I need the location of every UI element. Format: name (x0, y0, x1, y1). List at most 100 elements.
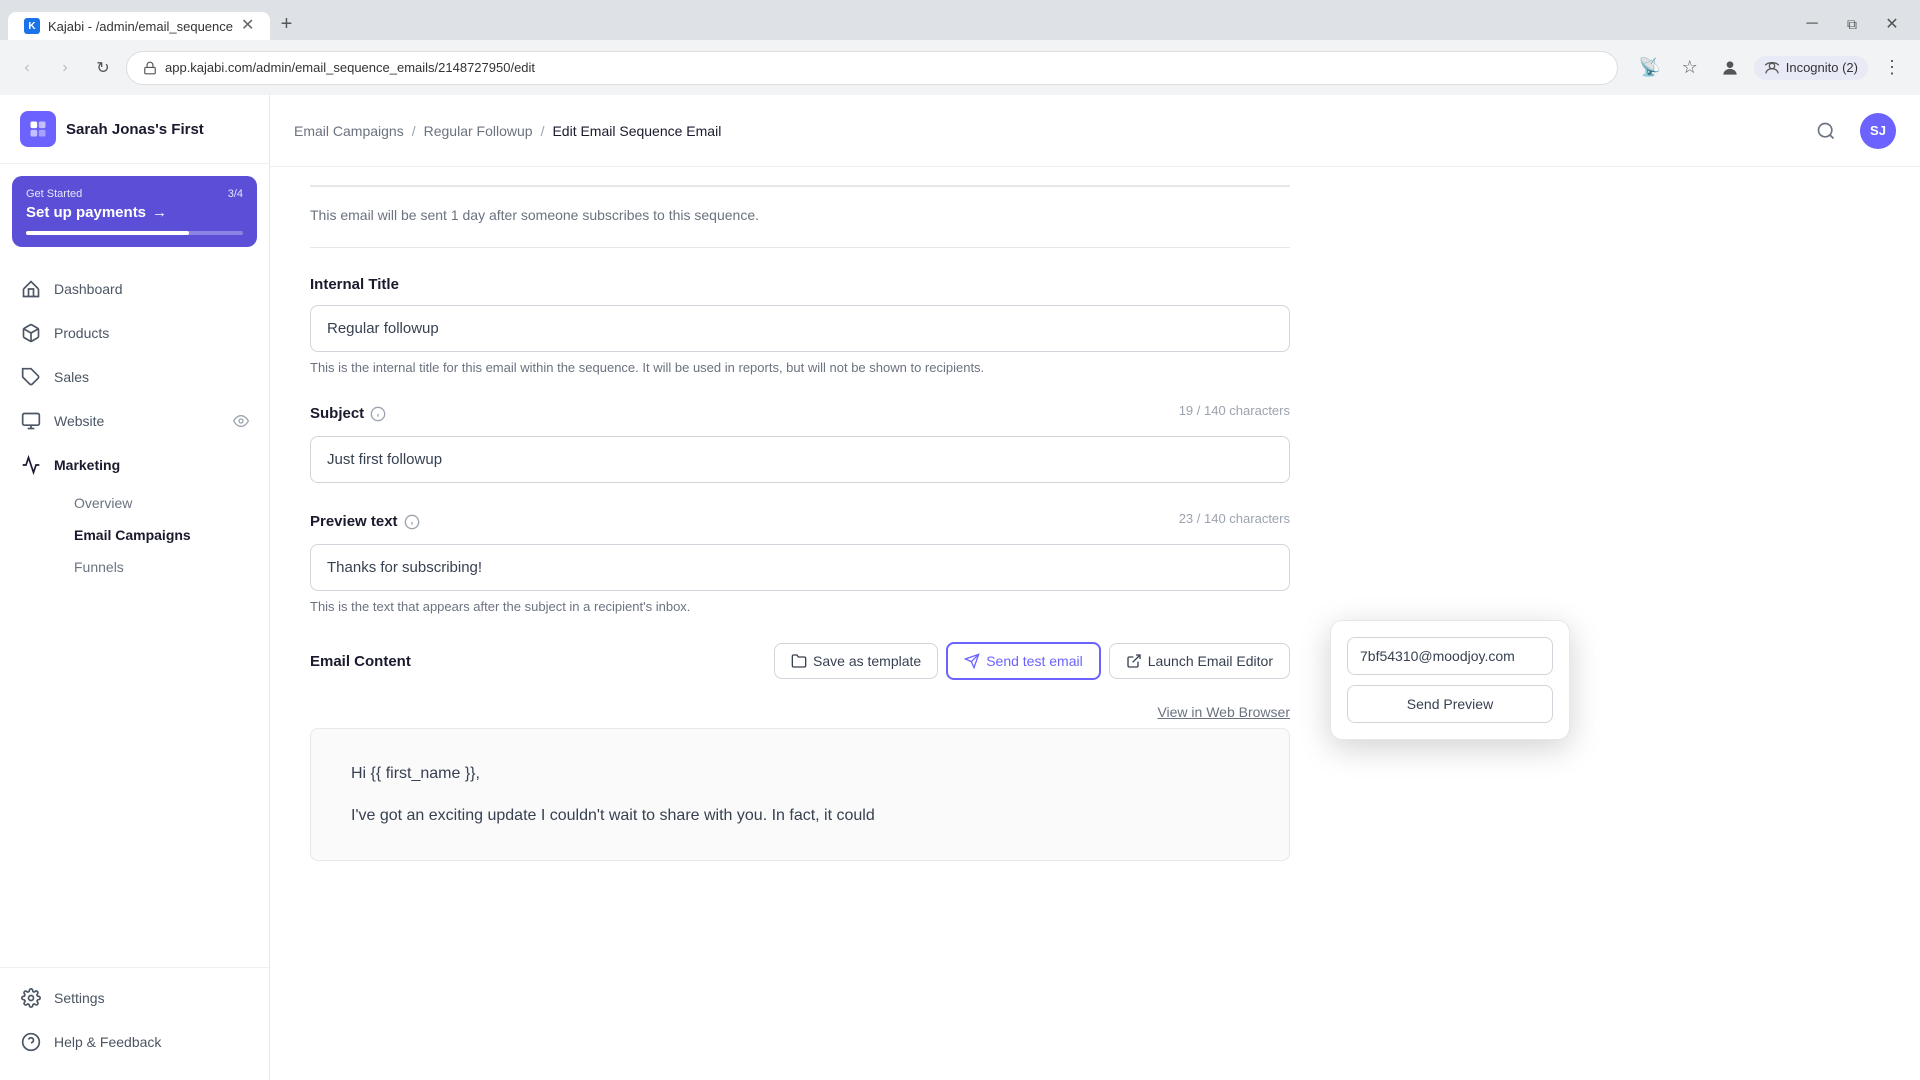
preview-text-hint: This is the text that appears after the … (310, 599, 1290, 614)
monitor-icon (20, 410, 42, 432)
sidebar-logo (20, 111, 56, 147)
forward-btn[interactable]: › (50, 53, 80, 83)
save-template-icon (791, 653, 807, 669)
back-btn[interactable]: ‹ (12, 53, 42, 83)
active-tab[interactable]: K Kajabi - /admin/email_sequence ✕ (8, 12, 270, 40)
app-layout: Sarah Jonas's First Get Started 3/4 Set … (0, 95, 1920, 1080)
new-tab-btn[interactable]: + (270, 8, 302, 40)
subject-char-count: 19 / 140 characters (1179, 403, 1290, 418)
breadcrumb-email-campaigns[interactable]: Email Campaigns (294, 123, 404, 139)
sidebar-sub-overview[interactable]: Overview (54, 487, 269, 519)
subject-label: Subject (310, 405, 386, 422)
email-content-section: Email Content Save as template Send test… (310, 642, 1290, 861)
get-started-label: Get Started (26, 188, 82, 200)
funnels-label: Funnels (74, 559, 124, 575)
send-test-label: Send test email (986, 653, 1083, 669)
send-preview-btn[interactable]: Send Preview (1347, 685, 1553, 723)
save-template-label: Save as template (813, 653, 921, 669)
incognito-btn[interactable]: Incognito (2) (1754, 56, 1868, 80)
tab-label: Kajabi - /admin/email_sequence (48, 19, 233, 34)
close-btn[interactable]: ✕ (1876, 8, 1908, 40)
restore-btn[interactable]: ⧉ (1836, 8, 1868, 40)
sidebar-sub-funnels[interactable]: Funnels (54, 551, 269, 583)
breadcrumb: Email Campaigns / Regular Followup / Edi… (294, 123, 721, 139)
browser-nav-right: 📡 ☆ Incognito (2) ⋮ (1634, 52, 1908, 84)
internal-title-section: Internal Title This is the internal titl… (310, 276, 1290, 375)
main-content: Email Campaigns / Regular Followup / Edi… (270, 95, 1920, 1080)
internal-title-input[interactable] (310, 305, 1290, 352)
top-header: Email Campaigns / Regular Followup / Edi… (270, 95, 1920, 167)
sidebar-item-website[interactable]: Website (0, 399, 269, 443)
launch-editor-label: Launch Email Editor (1148, 653, 1273, 669)
profile-icon[interactable] (1714, 52, 1746, 84)
sidebar-item-marketing[interactable]: Marketing (0, 443, 269, 487)
question-icon (20, 1031, 42, 1053)
eye-icon[interactable] (233, 413, 249, 429)
breadcrumb-sep-1: / (412, 123, 416, 139)
overview-label: Overview (74, 495, 132, 511)
internal-title-hint: This is the internal title for this emai… (310, 360, 1290, 375)
sidebar: Sarah Jonas's First Get Started 3/4 Set … (0, 95, 270, 1080)
tab-favicon: K (24, 18, 40, 34)
minimize-btn[interactable]: ─ (1796, 8, 1828, 40)
home-icon (20, 278, 42, 300)
sidebar-item-settings[interactable]: Settings (0, 976, 269, 1020)
sidebar-item-products[interactable]: Products (0, 311, 269, 355)
megaphone-icon (20, 454, 42, 476)
email-campaigns-label: Email Campaigns (74, 527, 191, 543)
incognito-label: Incognito (2) (1786, 60, 1858, 75)
site-name: Sarah Jonas's First (66, 121, 204, 138)
email-body-line2: I've got an exciting update I couldn't w… (351, 803, 1249, 829)
external-link-icon (1126, 653, 1142, 669)
sidebar-nav: Dashboard Products Sales (0, 259, 269, 967)
email-preview: Hi {{ first_name }}, I've got an excitin… (310, 728, 1290, 861)
subject-help-icon[interactable] (370, 406, 386, 422)
sidebar-bottom: Settings Help & Feedback (0, 967, 269, 1080)
preview-text-char-count: 23 / 140 characters (1179, 511, 1290, 526)
cast-icon[interactable]: 📡 (1634, 52, 1666, 84)
sidebar-header: Sarah Jonas's First (0, 95, 269, 164)
subject-input[interactable] (310, 436, 1290, 483)
avatar[interactable]: SJ (1860, 113, 1896, 149)
email-body-line1: Hi {{ first_name }}, (351, 761, 1249, 787)
sidebar-item-sales[interactable]: Sales (0, 355, 269, 399)
view-in-browser-link[interactable]: View in Web Browser (310, 696, 1290, 728)
popup-email-input[interactable] (1347, 637, 1553, 675)
sidebar-sub-email-campaigns[interactable]: Email Campaigns (54, 519, 269, 551)
email-content-label: Email Content (310, 653, 411, 670)
get-started-card[interactable]: Get Started 3/4 Set up payments → (12, 176, 257, 247)
launch-editor-btn[interactable]: Launch Email Editor (1109, 643, 1290, 679)
reload-btn[interactable]: ↻ (88, 53, 118, 83)
subject-section: Subject 19 / 140 characters (310, 403, 1290, 483)
more-btn[interactable]: ⋮ (1876, 52, 1908, 84)
address-bar[interactable]: app.kajabi.com/admin/email_sequence_emai… (126, 51, 1618, 85)
avatar-initials: SJ (1870, 123, 1886, 138)
send-test-email-btn[interactable]: Send test email (946, 642, 1101, 680)
top-header-right: SJ (1808, 113, 1896, 149)
tag-icon (20, 366, 42, 388)
send-test-popup: Send Preview (1330, 620, 1570, 740)
send-preview-label: Send Preview (1407, 696, 1493, 712)
internal-title-label: Internal Title (310, 276, 1290, 293)
preview-text-help-icon[interactable] (404, 514, 420, 530)
send-timing-description: This email will be sent 1 day after some… (310, 207, 759, 223)
search-btn[interactable] (1808, 113, 1844, 149)
marketing-submenu: Overview Email Campaigns Funnels (0, 487, 269, 583)
help-label: Help & Feedback (54, 1034, 161, 1050)
tab-close-btn[interactable]: ✕ (241, 18, 254, 34)
breadcrumb-regular-followup[interactable]: Regular Followup (424, 123, 533, 139)
content-area: This email will be sent 1 day after some… (270, 167, 1330, 929)
sidebar-item-dashboard[interactable]: Dashboard (0, 267, 269, 311)
save-template-btn[interactable]: Save as template (774, 643, 938, 679)
sidebar-item-help[interactable]: Help & Feedback (0, 1020, 269, 1064)
sales-label: Sales (54, 369, 89, 385)
get-started-arrow: → (152, 204, 167, 221)
browser-chrome: K Kajabi - /admin/email_sequence ✕ + ─ ⧉… (0, 0, 1920, 95)
preview-text-section: Preview text 23 / 140 characters This is… (310, 511, 1290, 614)
incognito-icon (1764, 60, 1780, 76)
box-icon (20, 322, 42, 344)
preview-text-input[interactable] (310, 544, 1290, 591)
bookmark-icon[interactable]: ☆ (1674, 52, 1706, 84)
url-text: app.kajabi.com/admin/email_sequence_emai… (165, 60, 535, 75)
marketing-label: Marketing (54, 457, 120, 473)
